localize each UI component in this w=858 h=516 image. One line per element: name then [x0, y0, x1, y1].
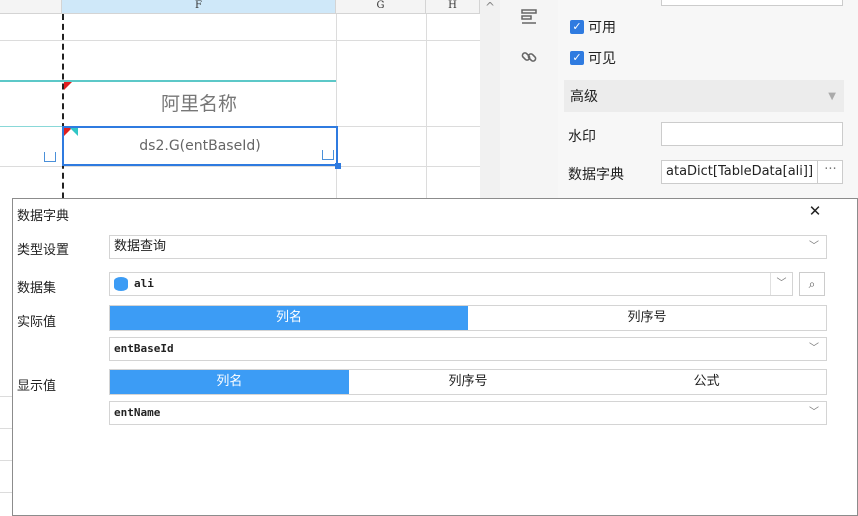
- data-dict-input[interactable]: ataDict[TableData[ali]]: [661, 160, 843, 184]
- data-dict-label: 数据字典: [568, 167, 624, 183]
- close-icon[interactable]: ✕: [807, 203, 823, 219]
- actual-value-label: 实际值: [17, 315, 57, 330]
- cell-marker-icon: [70, 128, 78, 136]
- cell-widget-icon: [44, 152, 56, 162]
- chevron-down-icon[interactable]: ﹀: [802, 402, 826, 424]
- grid-line: [0, 492, 12, 493]
- enabled-checkbox-row[interactable]: ✓ 可用: [570, 17, 616, 37]
- tab-display-formula[interactable]: 公式: [587, 370, 827, 394]
- visible-checkbox-row[interactable]: ✓ 可见: [570, 48, 616, 68]
- chevron-down-icon[interactable]: ﹀: [802, 338, 826, 360]
- visible-label: 可见: [588, 51, 616, 67]
- tab-actual-column-index[interactable]: 列序号: [468, 306, 826, 330]
- column-header-g[interactable]: G: [336, 0, 426, 14]
- chevron-down-icon: ▼: [828, 90, 836, 102]
- scrollbar[interactable]: ^: [480, 0, 500, 200]
- dataset-label: 数据集: [17, 281, 57, 296]
- display-value-select[interactable]: entName ﹀: [109, 401, 827, 425]
- actual-value-tabs: 列名 列序号: [109, 305, 827, 331]
- watermark-input[interactable]: [661, 122, 843, 146]
- side-rail: [500, 0, 558, 200]
- grid-line: [0, 40, 480, 41]
- data-dictionary-dialog: 数据字典 ✕ 类型设置 数据查询 ﹀ 数据集 ali ﹀ ⌕ 实际值 列名 列序…: [12, 198, 858, 516]
- scroll-up-icon[interactable]: ^: [485, 0, 495, 14]
- display-value-field: entName: [114, 406, 161, 419]
- tab-display-column-name[interactable]: 列名: [110, 370, 349, 394]
- actual-value-select[interactable]: entBaseId ﹀: [109, 337, 827, 361]
- type-setting-label: 类型设置: [17, 243, 70, 258]
- grid-line: [0, 460, 12, 461]
- column-header-f[interactable]: F: [62, 0, 336, 14]
- checkbox-checked-icon[interactable]: ✓: [570, 51, 584, 65]
- display-value-label: 显示值: [17, 379, 57, 394]
- selected-cell-text: ds2.G(entBaseId): [139, 138, 261, 154]
- column-header-e[interactable]: [0, 0, 62, 14]
- dataset-select[interactable]: ali ﹀: [109, 272, 793, 296]
- watermark-label: 水印: [568, 129, 596, 145]
- chevron-down-icon[interactable]: ﹀: [770, 273, 792, 295]
- preview-icon[interactable]: ⌕: [799, 272, 825, 296]
- tab-display-column-index[interactable]: 列序号: [348, 370, 588, 394]
- display-value-tabs: 列名 列序号 公式: [109, 369, 827, 395]
- ali-name-cell[interactable]: 阿里名称: [62, 82, 336, 126]
- more-button[interactable]: ···: [817, 160, 843, 184]
- fill-handle[interactable]: [335, 163, 341, 169]
- top-field[interactable]: [661, 0, 843, 6]
- tab-actual-column-name[interactable]: 列名: [110, 306, 468, 330]
- chevron-down-icon[interactable]: ﹀: [802, 236, 826, 258]
- grid-line: [0, 396, 12, 397]
- advanced-section-header[interactable]: 高级 ▼: [564, 80, 844, 112]
- dialog-title: 数据字典: [17, 209, 70, 224]
- type-setting-select[interactable]: 数据查询 ﹀: [109, 235, 827, 259]
- cell-widget-icon: [322, 150, 334, 160]
- property-panel: ✓ 可用 ✓ 可见 高级 ▼ 水印 数据字典 ataDict[TableData…: [558, 0, 858, 200]
- advanced-section-label: 高级: [570, 89, 598, 105]
- type-setting-value: 数据查询: [114, 239, 167, 254]
- column-header-h[interactable]: H: [426, 0, 480, 14]
- link-icon[interactable]: [518, 48, 540, 70]
- selected-cell[interactable]: ds2.G(entBaseId): [62, 126, 341, 169]
- actual-value-field: entBaseId: [114, 342, 174, 355]
- enabled-label: 可用: [588, 20, 616, 36]
- dataset-value: ali: [134, 277, 154, 290]
- grid-line: [0, 166, 480, 167]
- grid-line: [0, 428, 12, 429]
- align-icon[interactable]: [518, 8, 540, 30]
- checkbox-checked-icon[interactable]: ✓: [570, 20, 584, 34]
- database-icon: [114, 276, 128, 291]
